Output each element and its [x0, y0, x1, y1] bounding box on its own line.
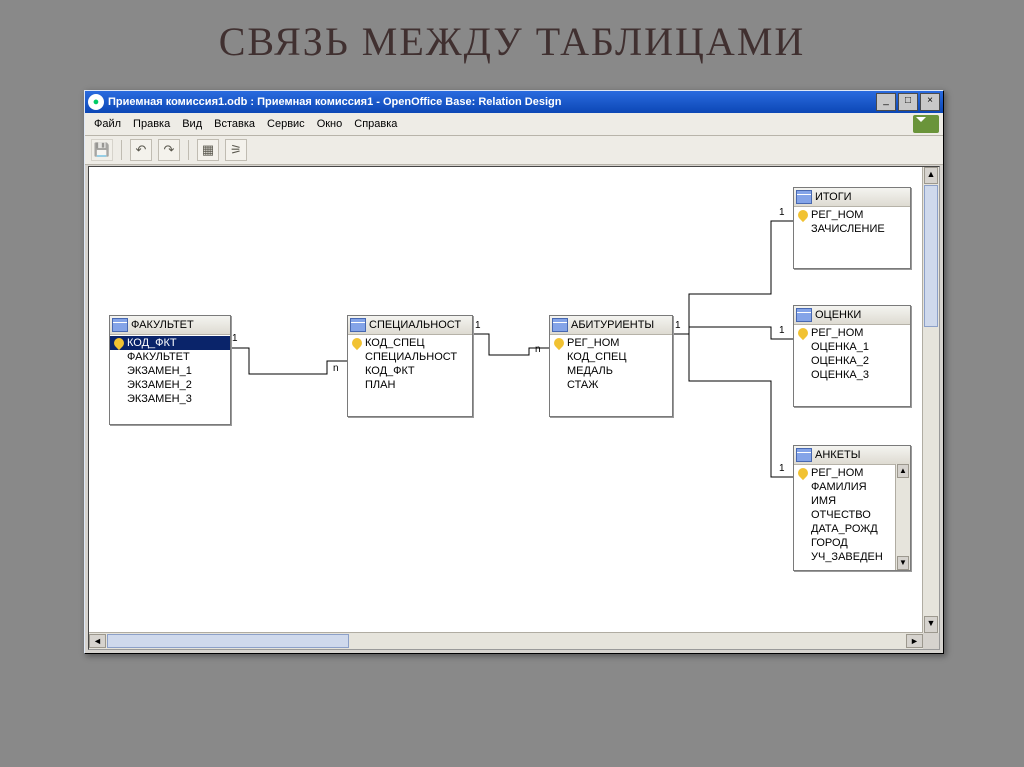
field[interactable]: ОЦЕНКА_1 — [794, 340, 910, 354]
table-applicants[interactable]: АБИТУРИЕНТЫ РЕГ_НОМ КОД_СПЕЦ МЕДАЛЬ СТАЖ — [549, 315, 673, 417]
table-header[interactable]: ИТОГИ — [794, 188, 910, 207]
scroll-corner — [923, 633, 939, 649]
field[interactable]: КОД_СПЕЦ — [550, 350, 672, 364]
cardinality-label: 1 — [675, 320, 681, 331]
download-icon[interactable] — [913, 115, 939, 133]
field[interactable]: ОЦЕНКА_2 — [794, 354, 910, 368]
field[interactable]: ГОРОД — [794, 536, 896, 550]
table-forms[interactable]: АНКЕТЫ РЕГ_НОМ ФАМИЛИЯ ИМЯ ОТЧЕСТВО ДАТА… — [793, 445, 911, 571]
field[interactable]: ДАТА_РОЖД — [794, 522, 896, 536]
table-title: СПЕЦИАЛЬНОСТ — [369, 319, 461, 331]
menu-file[interactable]: Файл — [89, 116, 126, 132]
canvas-container: 1 n 1 n 1 1 1 1 ФАКУЛЬТЕТ КОД_ФКТ ФАКУЛЬ… — [88, 166, 940, 650]
add-table-button[interactable]: ▦ — [197, 139, 219, 161]
save-button[interactable]: 💾 — [91, 139, 113, 161]
horizontal-scrollbar[interactable]: ◄ ► — [89, 632, 923, 649]
slide-title: СВЯЗЬ МЕЖДУ ТАБЛИЦАМИ — [0, 18, 1024, 65]
field[interactable]: ПЛАН — [348, 378, 472, 392]
menu-edit[interactable]: Правка — [128, 116, 175, 132]
cardinality-label: 1 — [232, 333, 238, 344]
field[interactable]: ФАКУЛЬТЕТ — [110, 350, 230, 364]
field[interactable]: МЕДАЛЬ — [550, 364, 672, 378]
table-icon — [796, 448, 812, 462]
table-results[interactable]: ИТОГИ РЕГ_НОМ ЗАЧИСЛЕНИЕ — [793, 187, 911, 269]
table-header[interactable]: АБИТУРИЕНТЫ — [550, 316, 672, 335]
scroll-thumb[interactable] — [107, 634, 349, 648]
table-icon — [112, 318, 128, 332]
scroll-down-icon[interactable]: ▼ — [897, 556, 909, 570]
field[interactable]: ИМЯ — [794, 494, 896, 508]
cardinality-label: n — [535, 344, 541, 355]
menu-view[interactable]: Вид — [177, 116, 207, 132]
table-header[interactable]: СПЕЦИАЛЬНОСТ — [348, 316, 472, 335]
titlebar[interactable]: ● Приемная комиссия1.odb : Приемная коми… — [85, 91, 943, 113]
table-speciality[interactable]: СПЕЦИАЛЬНОСТ КОД_СПЕЦ СПЕЦИАЛЬНОСТ КОД_Ф… — [347, 315, 473, 417]
field[interactable]: ФАМИЛИЯ — [794, 480, 896, 494]
cardinality-label: 1 — [779, 325, 785, 336]
table-title: АБИТУРИЕНТЫ — [571, 319, 654, 331]
table-header[interactable]: ОЦЕНКИ — [794, 306, 910, 325]
relation-canvas[interactable]: 1 n 1 n 1 1 1 1 ФАКУЛЬТЕТ КОД_ФКТ ФАКУЛЬ… — [89, 167, 923, 633]
undo-button[interactable]: ↶ — [130, 139, 152, 161]
scroll-up-icon[interactable]: ▲ — [897, 464, 909, 478]
table-icon — [796, 308, 812, 322]
maximize-button[interactable]: □ — [898, 93, 918, 111]
field[interactable]: ОЦЕНКА_3 — [794, 368, 910, 382]
table-icon — [796, 190, 812, 204]
app-window: ● Приемная комиссия1.odb : Приемная коми… — [84, 90, 944, 654]
table-header[interactable]: ФАКУЛЬТЕТ — [110, 316, 230, 335]
field[interactable]: СПЕЦИАЛЬНОСТ — [348, 350, 472, 364]
app-icon: ● — [88, 94, 104, 110]
add-relation-button[interactable]: ⚞ — [225, 139, 247, 161]
field[interactable]: ЭКЗАМЕН_2 — [110, 378, 230, 392]
field[interactable]: ЭКЗАМЕН_1 — [110, 364, 230, 378]
menu-insert[interactable]: Вставка — [209, 116, 260, 132]
field-key[interactable]: КОД_ФКТ — [110, 336, 230, 350]
table-header[interactable]: АНКЕТЫ — [794, 446, 910, 465]
table-title: ИТОГИ — [815, 191, 852, 203]
cardinality-label: 1 — [779, 463, 785, 474]
close-button[interactable]: × — [920, 93, 940, 111]
table-grades[interactable]: ОЦЕНКИ РЕГ_НОМ ОЦЕНКА_1 ОЦЕНКА_2 ОЦЕНКА_… — [793, 305, 911, 407]
table-faculty[interactable]: ФАКУЛЬТЕТ КОД_ФКТ ФАКУЛЬТЕТ ЭКЗАМЕН_1 ЭК… — [109, 315, 231, 425]
table-title: АНКЕТЫ — [815, 449, 860, 461]
table-scrollbar[interactable]: ▲ ▼ — [895, 464, 910, 570]
field[interactable]: ЭКЗАМЕН_3 — [110, 392, 230, 406]
minimize-button[interactable]: _ — [876, 93, 896, 111]
menu-help[interactable]: Справка — [349, 116, 402, 132]
field[interactable]: КОД_ФКТ — [348, 364, 472, 378]
scroll-up-icon[interactable]: ▲ — [924, 167, 938, 184]
field[interactable]: ОТЧЕСТВО — [794, 508, 896, 522]
field-key[interactable]: РЕГ_НОМ — [794, 326, 910, 340]
scroll-thumb[interactable] — [924, 185, 938, 327]
field-key[interactable]: КОД_СПЕЦ — [348, 336, 472, 350]
window-title: Приемная комиссия1.odb : Приемная комисс… — [108, 96, 876, 108]
table-title: ФАКУЛЬТЕТ — [131, 319, 194, 331]
cardinality-label: 1 — [475, 320, 481, 331]
field[interactable]: СТАЖ — [550, 378, 672, 392]
table-title: ОЦЕНКИ — [815, 309, 861, 321]
field[interactable]: УЧ_ЗАВЕДЕН — [794, 550, 896, 564]
field-key[interactable]: РЕГ_НОМ — [794, 466, 896, 480]
field[interactable]: ЗАЧИСЛЕНИЕ — [794, 222, 910, 236]
cardinality-label: n — [333, 363, 339, 374]
scroll-down-icon[interactable]: ▼ — [924, 616, 938, 633]
toolbar: 💾 ↶ ↷ ▦ ⚞ — [85, 136, 943, 165]
scroll-left-icon[interactable]: ◄ — [89, 634, 106, 648]
scroll-right-icon[interactable]: ► — [906, 634, 923, 648]
menu-window[interactable]: Окно — [312, 116, 348, 132]
menubar: Файл Правка Вид Вставка Сервис Окно Спра… — [85, 113, 943, 136]
field-key[interactable]: РЕГ_НОМ — [794, 208, 910, 222]
menu-service[interactable]: Сервис — [262, 116, 310, 132]
cardinality-label: 1 — [779, 207, 785, 218]
table-icon — [350, 318, 366, 332]
redo-button[interactable]: ↷ — [158, 139, 180, 161]
field-key[interactable]: РЕГ_НОМ — [550, 336, 672, 350]
table-icon — [552, 318, 568, 332]
vertical-scrollbar[interactable]: ▲ ▼ — [922, 167, 939, 633]
